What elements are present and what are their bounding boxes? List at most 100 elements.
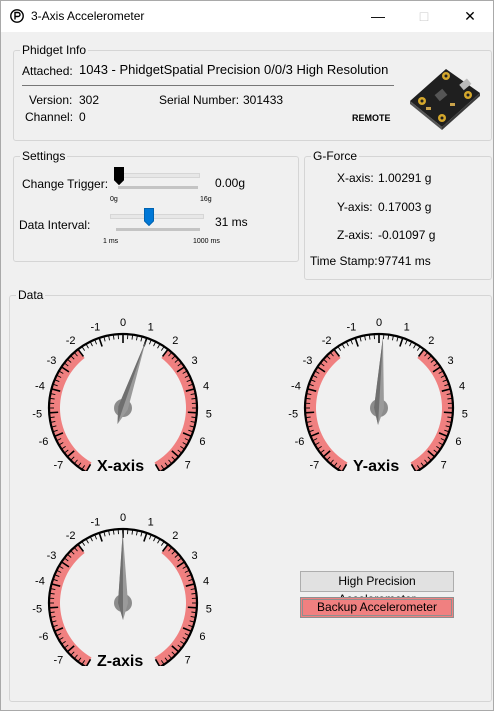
- gauge-tick-label: 1: [148, 322, 154, 334]
- gauge-tick-label: -1: [90, 322, 100, 334]
- data-interval-max-label: 1000 ms: [193, 238, 220, 245]
- z-axis-label: Z-axis:: [337, 228, 373, 242]
- gauge-tick-label: -1: [90, 517, 100, 529]
- version-value: 302: [79, 93, 100, 107]
- remote-label: REMOTE: [352, 113, 391, 123]
- gauge-tick-label: -2: [322, 335, 332, 347]
- change-trigger-max-label: 16g: [200, 196, 212, 203]
- gauge-minor-tick: [85, 538, 89, 544]
- gauge-tick-label: 5: [462, 409, 468, 421]
- gauge-tick-label: -7: [53, 460, 63, 471]
- gauge-tick-label: -4: [35, 381, 45, 393]
- danger-zone-band: [49, 544, 92, 668]
- gauge-tick-label: 7: [185, 655, 191, 666]
- serial-number-value: 301433: [243, 93, 284, 107]
- app-window: 3-Axis Accelerometer — □ ✕ Phidget Info …: [0, 0, 494, 711]
- minimize-button[interactable]: —: [355, 1, 401, 32]
- danger-zone-band: [410, 349, 453, 473]
- maximize-button[interactable]: □: [401, 1, 447, 32]
- data-interval-slider-thumb[interactable]: [143, 208, 154, 226]
- gauge-major-tick: [98, 337, 103, 347]
- x-axis-gauge-title: X-axis: [97, 458, 145, 475]
- gauge-tick-label: 2: [172, 335, 178, 347]
- x-axis-label: X-axis:: [337, 171, 374, 185]
- gauge-tick-label: -3: [47, 355, 57, 367]
- gauge-tick-label: -5: [32, 604, 42, 616]
- gauge-tick-label: -2: [66, 530, 76, 542]
- gauge-minor-tick: [337, 346, 342, 351]
- danger-zone-band: [305, 349, 348, 473]
- close-button[interactable]: ✕: [447, 1, 493, 32]
- settings-legend: Settings: [20, 149, 68, 163]
- gauge-tick-label: 1: [148, 517, 154, 529]
- danger-zone-band: [49, 349, 92, 473]
- gauge-tick-label: 0: [120, 512, 126, 524]
- timestamp-label: Time Stamp:: [310, 254, 378, 268]
- gauge-tick-label: 4: [459, 381, 465, 393]
- z-axis-value: -0.01097 g: [378, 228, 436, 242]
- gauge-major-tick: [305, 411, 315, 414]
- y-axis-gauge: -8-7-6-5-4-3-2-1012345678: [281, 303, 477, 489]
- gauge-tick-label: 7: [441, 460, 447, 471]
- attached-label: Attached:: [22, 64, 73, 78]
- gauge-tick-label: -6: [295, 436, 305, 448]
- gauge-tick-label: 4: [203, 576, 209, 588]
- data-interval-slider-track[interactable]: [110, 214, 204, 219]
- attached-value: 1043 - PhidgetSpatial Precision 0/0/3 Hi…: [79, 62, 389, 77]
- gauge-tick-label: 7: [185, 460, 191, 471]
- data-interval-ticks: [116, 228, 200, 231]
- settings-group: Settings Change Trigger: 0g 16g 0.00g Da…: [13, 149, 299, 262]
- y-axis-gauge-title: Y-axis: [353, 458, 400, 475]
- change-trigger-ticks: [118, 186, 198, 189]
- phidget-info-group: Phidget Info Attached: 1043 - PhidgetSpa…: [13, 43, 492, 141]
- gauge-minor-tick: [413, 343, 417, 349]
- gauge-major-tick: [143, 532, 148, 542]
- gauge-tick-label: 6: [199, 631, 205, 643]
- gauge-minor-tick: [341, 343, 345, 349]
- timestamp-value: 97741 ms: [378, 254, 431, 268]
- title-bar: 3-Axis Accelerometer — □ ✕: [1, 1, 493, 32]
- minimize-icon: —: [371, 8, 385, 24]
- gauge-major-tick: [354, 337, 359, 347]
- change-trigger-slider-thumb[interactable]: [114, 167, 124, 185]
- gauge-tick-label: -4: [35, 576, 45, 588]
- gauge-major-tick: [399, 337, 404, 347]
- gauge-tick-label: -6: [39, 631, 49, 643]
- gauge-tick-label: -4: [291, 381, 301, 393]
- gauge-minor-tick: [81, 346, 86, 351]
- gauge-major-tick: [187, 411, 197, 414]
- close-icon: ✕: [464, 8, 476, 24]
- device-image: [410, 69, 480, 130]
- gauge-tick-label: 2: [172, 530, 178, 542]
- change-trigger-slider-track[interactable]: [118, 173, 200, 178]
- serial-number-label: Serial Number:: [159, 93, 240, 107]
- data-interval-label: Data Interval:: [19, 218, 91, 232]
- danger-zone-band: [154, 544, 197, 668]
- gauge-minor-tick: [416, 346, 421, 351]
- gauge-tick-label: -6: [39, 436, 49, 448]
- y-axis-label: Y-axis:: [337, 200, 373, 214]
- change-trigger-value: 0.00g: [215, 176, 246, 190]
- gforce-group: G-Force X-axis: 1.00291 g Y-axis: 0.1700…: [304, 149, 492, 280]
- gauge-tick-label: -7: [309, 460, 319, 471]
- channel-value: 0: [79, 110, 86, 124]
- high-precision-accelerometer-button[interactable]: High Precision Accelerometer: [300, 571, 454, 606]
- gauge-major-tick: [49, 606, 59, 609]
- gauge-tick-label: 5: [206, 604, 212, 616]
- danger-zone-band: [154, 349, 197, 473]
- separator: [22, 85, 394, 86]
- gforce-legend: G-Force: [311, 149, 360, 163]
- gauge-major-tick: [443, 411, 453, 414]
- x-axis-gauge: -8-7-6-5-4-3-2-1012345678: [25, 303, 221, 489]
- gauge-tick-label: 0: [120, 317, 126, 329]
- gauge-tick-label: -5: [32, 409, 42, 421]
- gauge-tick-label: 3: [191, 550, 197, 562]
- data-interval-value: 31 ms: [215, 215, 248, 229]
- gauge-tick-label: 5: [206, 409, 212, 421]
- gauge-tick-label: -5: [288, 409, 298, 421]
- gauge-tick-label: -3: [303, 355, 313, 367]
- z-axis-gauge-title: Z-axis: [97, 653, 144, 670]
- change-trigger-label: Change Trigger:: [22, 177, 109, 191]
- backup-accelerometer-button[interactable]: Backup Accelerometer: [300, 597, 454, 618]
- gauge-tick-label: -2: [66, 335, 76, 347]
